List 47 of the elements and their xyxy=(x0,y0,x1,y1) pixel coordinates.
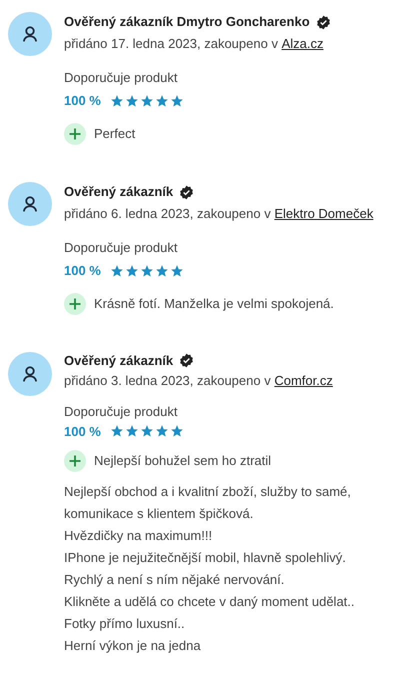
person-icon xyxy=(21,365,39,383)
pro-text: Nejlepší bohužel sem ho ztratil xyxy=(94,452,272,470)
review-text-line: Herní výkon je na jedna xyxy=(64,637,202,655)
percent-value: 100 % xyxy=(64,92,101,110)
author-name: Ověřený zákazník xyxy=(64,352,174,370)
pro-text: Perfect xyxy=(94,125,136,144)
star-icon xyxy=(124,424,139,438)
star-icon xyxy=(170,424,184,438)
star-icon xyxy=(170,94,184,108)
person-icon xyxy=(21,25,39,43)
star-icon xyxy=(110,94,124,108)
star-icon xyxy=(140,94,154,108)
review-text-line: Rychlý a není s ním nějaké nervování. xyxy=(64,571,286,589)
star-icon xyxy=(124,94,139,108)
review-text-line: Fotky přímo luxusní.. xyxy=(64,615,186,633)
percent-value: 100 % xyxy=(64,262,101,280)
star-icon xyxy=(140,424,154,438)
shop-link[interactable]: Comfor.cz xyxy=(274,370,333,390)
review-text-line: Nejlepší obchod a i kvalitní zboží, služby to samé, xyxy=(64,483,352,501)
review-text-line: IPhone je nejužitečnější mobil, hlavně spolehlivý. xyxy=(64,549,347,567)
recommend-label: Doporučuje produkt xyxy=(64,239,178,258)
author-name: Ověřený zákazník Dmytro Goncharenko xyxy=(64,13,310,32)
plus-icon xyxy=(64,293,86,315)
star-icon xyxy=(154,94,169,108)
star-icon xyxy=(170,264,184,278)
star-icon xyxy=(140,264,154,278)
plus-icon xyxy=(64,123,86,145)
review-text-line: komunikace s klientem špičková. xyxy=(64,505,254,523)
recommend-label: Doporučuje produkt xyxy=(64,403,178,421)
percent-value: 100 % xyxy=(64,422,101,440)
star-icon xyxy=(110,264,124,278)
star-icon xyxy=(124,264,139,278)
review-meta: přidáno 17. ledna 2023, zakoupeno v xyxy=(64,35,279,54)
review-text-line: Klikněte a udělá co chcete v daný moment udělat.. xyxy=(64,593,355,611)
shop-link[interactable]: Elektro Domeček xyxy=(274,204,374,224)
shop-link[interactable]: Alza.cz xyxy=(282,34,324,54)
star-icon xyxy=(154,264,169,278)
review-meta: přidáno 3. ledna 2023, zakoupeno v xyxy=(64,372,272,390)
review-text-line: Hvězdičky na maximum!!! xyxy=(64,527,214,545)
plus-icon xyxy=(64,450,86,472)
author-name: Ověřený zákazník xyxy=(64,183,174,202)
pro-text: Krásně fotí. Manželka je velmi spokojená. xyxy=(94,295,334,314)
recommend-label: Doporučuje produkt xyxy=(64,69,178,88)
review-meta: přidáno 6. ledna 2023, zakoupeno v xyxy=(64,205,272,224)
star-icon xyxy=(110,424,124,438)
star-icon xyxy=(154,424,169,438)
person-icon xyxy=(21,195,39,213)
